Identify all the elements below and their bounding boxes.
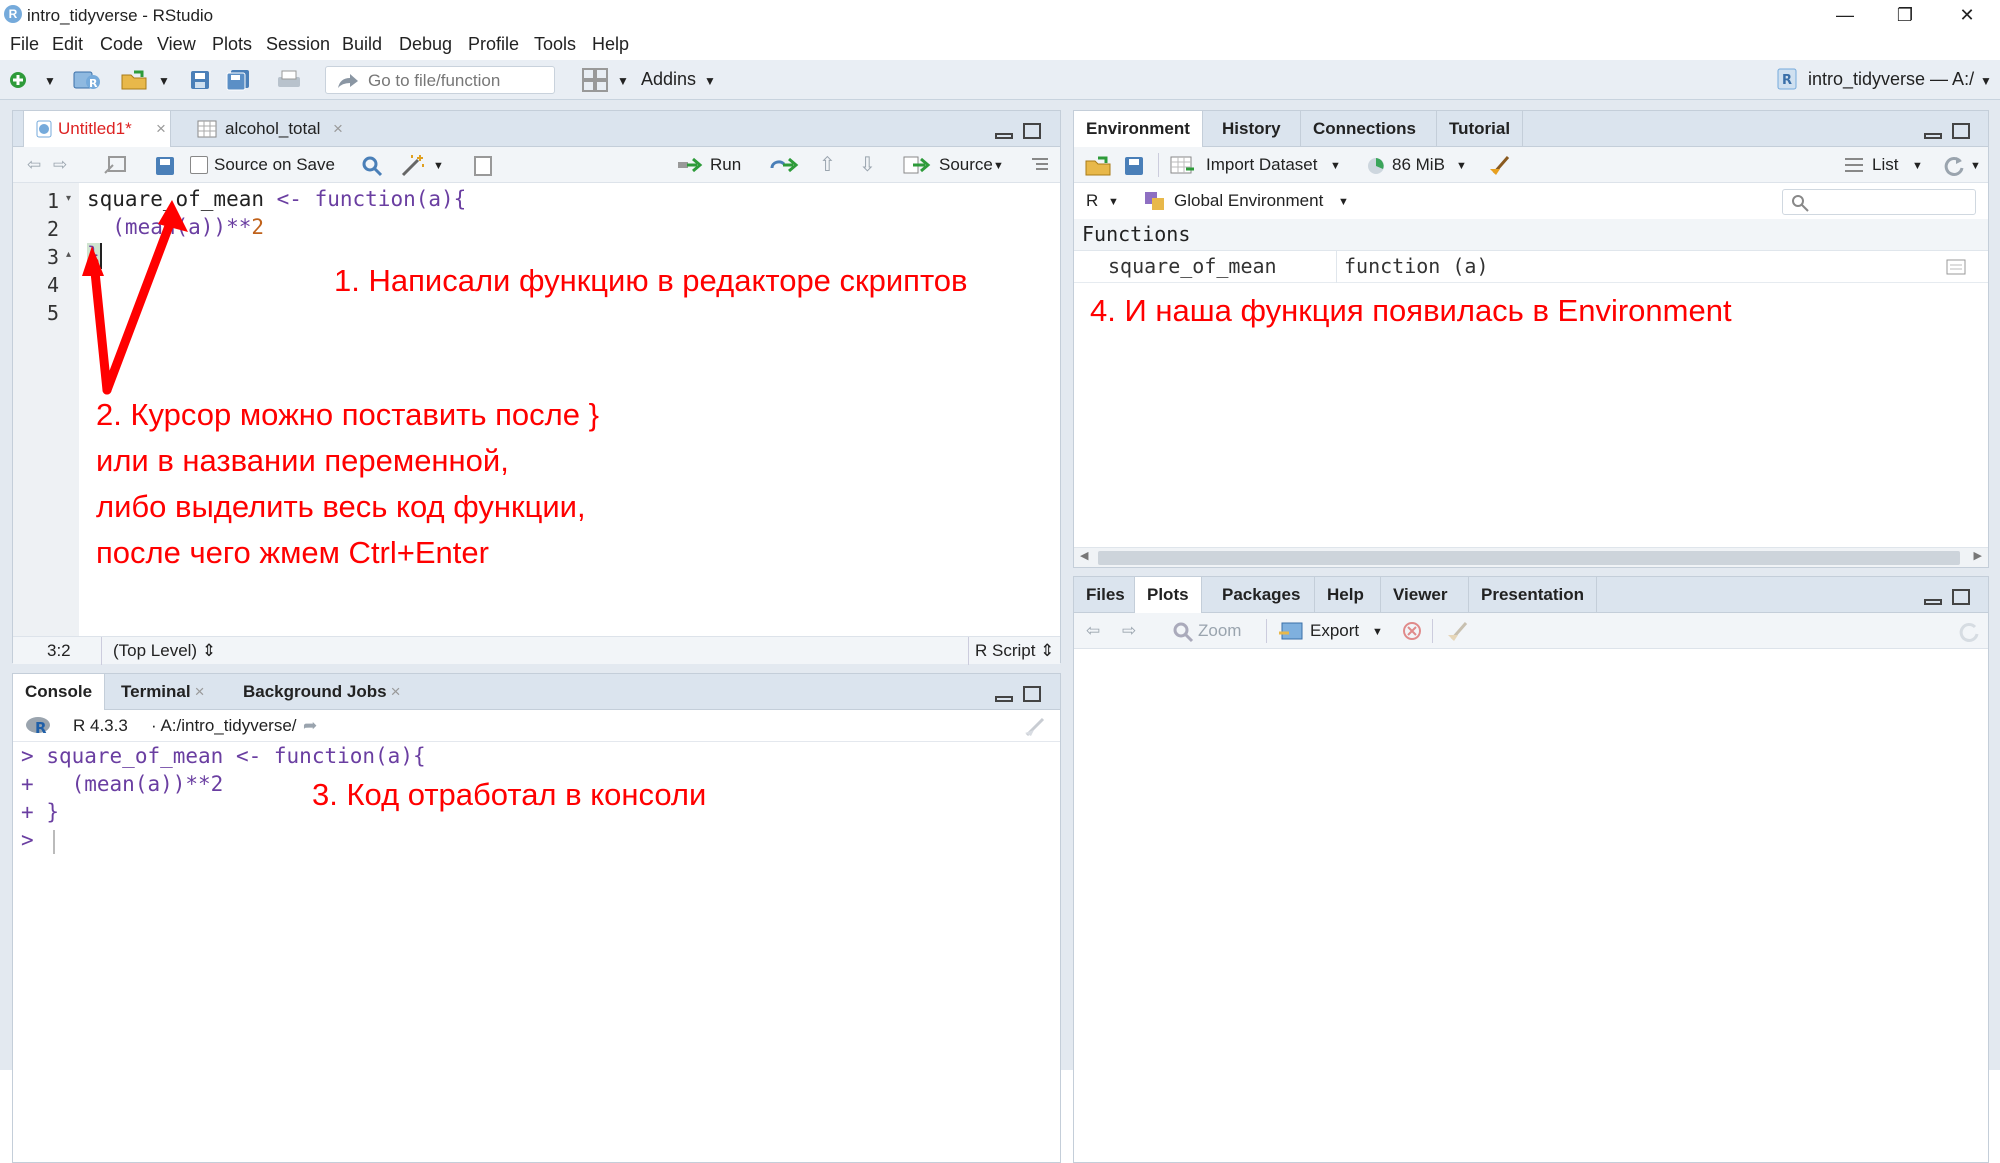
annotation-line: 2. Курсор можно поставить после } xyxy=(96,397,599,432)
annotation-step-1: 1. Написали функцию в редакторе скриптов xyxy=(334,263,968,298)
arrow-to-variable-name xyxy=(102,213,177,395)
annotation-step-2: 2. Курсор можно поставить после } или в … xyxy=(96,392,599,576)
arrowhead-icon xyxy=(158,200,188,232)
annotation-line: или в названии переменной, xyxy=(96,443,509,478)
annotation-step-4: 4. И наша функция появилась в Environmen… xyxy=(1090,293,1732,328)
annotation-line: либо выделить весь код функции, xyxy=(96,489,586,524)
annotation-line: после чего жмем Ctrl+Enter xyxy=(96,535,489,570)
arrowhead-icon xyxy=(82,246,104,276)
arrow-to-closing-brace xyxy=(89,257,112,395)
annotation-step-3: 3. Код отработал в консоли xyxy=(312,777,707,812)
